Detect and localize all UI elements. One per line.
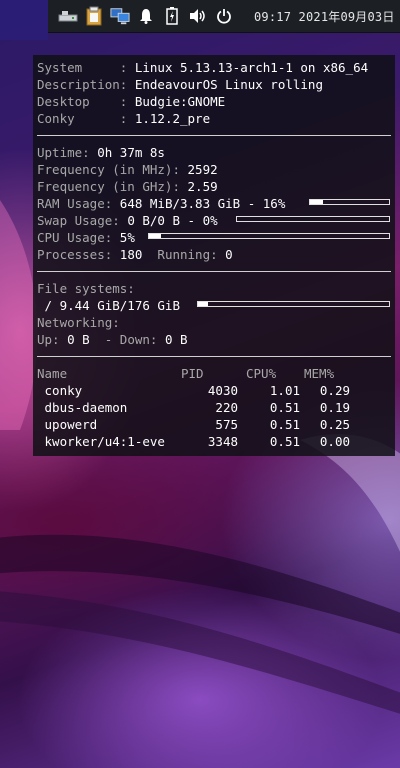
- process-mem: 0.00: [319, 434, 350, 449]
- frequency-ghz-label: Frequency (in GHz):: [37, 179, 188, 194]
- process-cpu: 0.51: [269, 434, 300, 449]
- uptime-row: Uptime: 0h 37m 8s: [37, 144, 395, 161]
- frequency-mhz-label: Frequency (in MHz):: [37, 162, 188, 177]
- process-name: upowerd: [37, 417, 98, 432]
- processes-row: Processes: 180 Running: 0: [37, 246, 395, 263]
- networking-heading: Networking:: [37, 315, 120, 330]
- desktop-row: Desktop : Budgie:GNOME: [37, 93, 395, 110]
- uptime-value: 0h 37m 8s: [97, 145, 165, 160]
- process-pid: 4030: [207, 383, 238, 398]
- process-pid: 3348: [207, 434, 238, 449]
- network-icon[interactable]: [110, 6, 130, 26]
- swap-usage-bar: [236, 216, 390, 222]
- network-traffic-row: Up: 0 B - Down: 0 B: [37, 331, 395, 348]
- filesystem-usage-value: 9.44 GiB/176 GiB: [59, 298, 180, 313]
- swap-usage-value: 0 B/0 B - 0%: [127, 213, 218, 228]
- filesystem-usage-bar-fill: [198, 302, 209, 306]
- running-label: Running:: [142, 247, 226, 262]
- process-cpu: 0.51: [269, 417, 300, 432]
- description-value: EndeavourOS Linux rolling: [134, 77, 323, 92]
- table-row: conky 4030 1.01 0.29: [37, 382, 395, 399]
- col-header-pid: PID: [181, 366, 204, 381]
- system-row: System : Linux 5.13.13-arch1-1 on x86_64: [37, 59, 395, 76]
- processes-label: Processes:: [37, 247, 120, 262]
- ram-usage-bar-fill: [310, 200, 323, 204]
- desktop-value: Budgie:GNOME: [134, 94, 226, 109]
- frequency-mhz-row: Frequency (in MHz): 2592: [37, 161, 395, 178]
- description-row: Description: EndeavourOS Linux rolling: [37, 76, 395, 93]
- conky-version-value: 1.12.2_pre: [134, 111, 211, 126]
- table-row: dbus-daemon 220 0.51 0.19: [37, 399, 395, 416]
- storage-icon[interactable]: [58, 6, 78, 26]
- process-name: conky: [37, 383, 83, 398]
- process-table-header: Name PID CPU% MEM%: [37, 365, 395, 382]
- process-mem: 0.19: [319, 400, 350, 415]
- cpu-usage-label: CPU Usage:: [37, 230, 120, 245]
- filesystem-root-row: / 9.44 GiB/176 GiB: [37, 297, 395, 314]
- clipboard-icon[interactable]: [84, 6, 104, 26]
- col-header-mem: MEM%: [304, 366, 335, 381]
- system-label: System :: [37, 60, 135, 75]
- power-icon[interactable]: [214, 6, 234, 26]
- cpu-usage-value: 5%: [119, 230, 135, 245]
- conky-panel: System : Linux 5.13.13-arch1-1 on x86_64…: [33, 55, 395, 456]
- filesystem-mount: /: [37, 298, 60, 313]
- table-row: kworker/u4:1-eve 3348 0.51 0.00: [37, 433, 395, 450]
- filesystems-heading: File systems:: [37, 281, 135, 296]
- ram-usage-value: 648 MiB/3.83 GiB - 16%: [119, 196, 286, 211]
- swap-usage-row: Swap Usage: 0 B/0 B - 0%: [37, 212, 395, 229]
- uptime-label: Uptime:: [37, 145, 98, 160]
- process-cpu: 1.01: [269, 383, 300, 398]
- notification-bell-icon[interactable]: [136, 6, 156, 26]
- swap-usage-label: Swap Usage:: [37, 213, 128, 228]
- process-name: dbus-daemon: [37, 400, 128, 415]
- download-value: 0 B: [164, 332, 188, 347]
- conky-version-row: Conky : 1.12.2_pre: [37, 110, 395, 127]
- cpu-usage-bar-fill: [149, 234, 161, 238]
- ram-usage-bar: [309, 199, 390, 205]
- process-mem: 0.29: [319, 383, 350, 398]
- conky-version-label: Conky :: [37, 111, 135, 126]
- top-panel: 09:17 2021年09月03日: [48, 0, 400, 33]
- process-pid: 575: [215, 417, 238, 432]
- running-value: 0: [225, 247, 233, 262]
- frequency-ghz-row: Frequency (in GHz): 2.59: [37, 178, 395, 195]
- volume-icon[interactable]: [188, 6, 208, 26]
- system-tray: [58, 6, 234, 26]
- process-pid: 220: [215, 400, 238, 415]
- clock[interactable]: 09:17 2021年09月03日: [254, 8, 395, 25]
- system-value: Linux 5.13.13-arch1-1 on x86_64: [134, 60, 369, 75]
- cpu-usage-bar: [148, 233, 390, 239]
- process-mem: 0.25: [319, 417, 350, 432]
- cpu-usage-row: CPU Usage: 5%: [37, 229, 395, 246]
- ram-usage-row: RAM Usage: 648 MiB/3.83 GiB - 16%: [37, 195, 395, 212]
- col-header-cpu: CPU%: [246, 366, 277, 381]
- download-label: - Down:: [89, 332, 165, 347]
- table-row: upowerd 575 0.51 0.25: [37, 416, 395, 433]
- processes-value: 180: [119, 247, 143, 262]
- divider: [37, 271, 391, 272]
- process-cpu: 0.51: [269, 400, 300, 415]
- ram-usage-label: RAM Usage:: [37, 196, 120, 211]
- frequency-mhz-value: 2592: [187, 162, 218, 177]
- upload-label: Up:: [37, 332, 68, 347]
- divider: [37, 356, 391, 357]
- upload-value: 0 B: [67, 332, 90, 347]
- divider: [37, 135, 391, 136]
- description-label: Description:: [37, 77, 135, 92]
- process-name: kworker/u4:1-eve: [37, 434, 165, 449]
- battery-icon[interactable]: [162, 6, 182, 26]
- filesystem-usage-bar: [197, 301, 390, 307]
- frequency-ghz-value: 2.59: [187, 179, 218, 194]
- desktop-label: Desktop :: [37, 94, 135, 109]
- col-header-name: Name: [37, 366, 68, 381]
